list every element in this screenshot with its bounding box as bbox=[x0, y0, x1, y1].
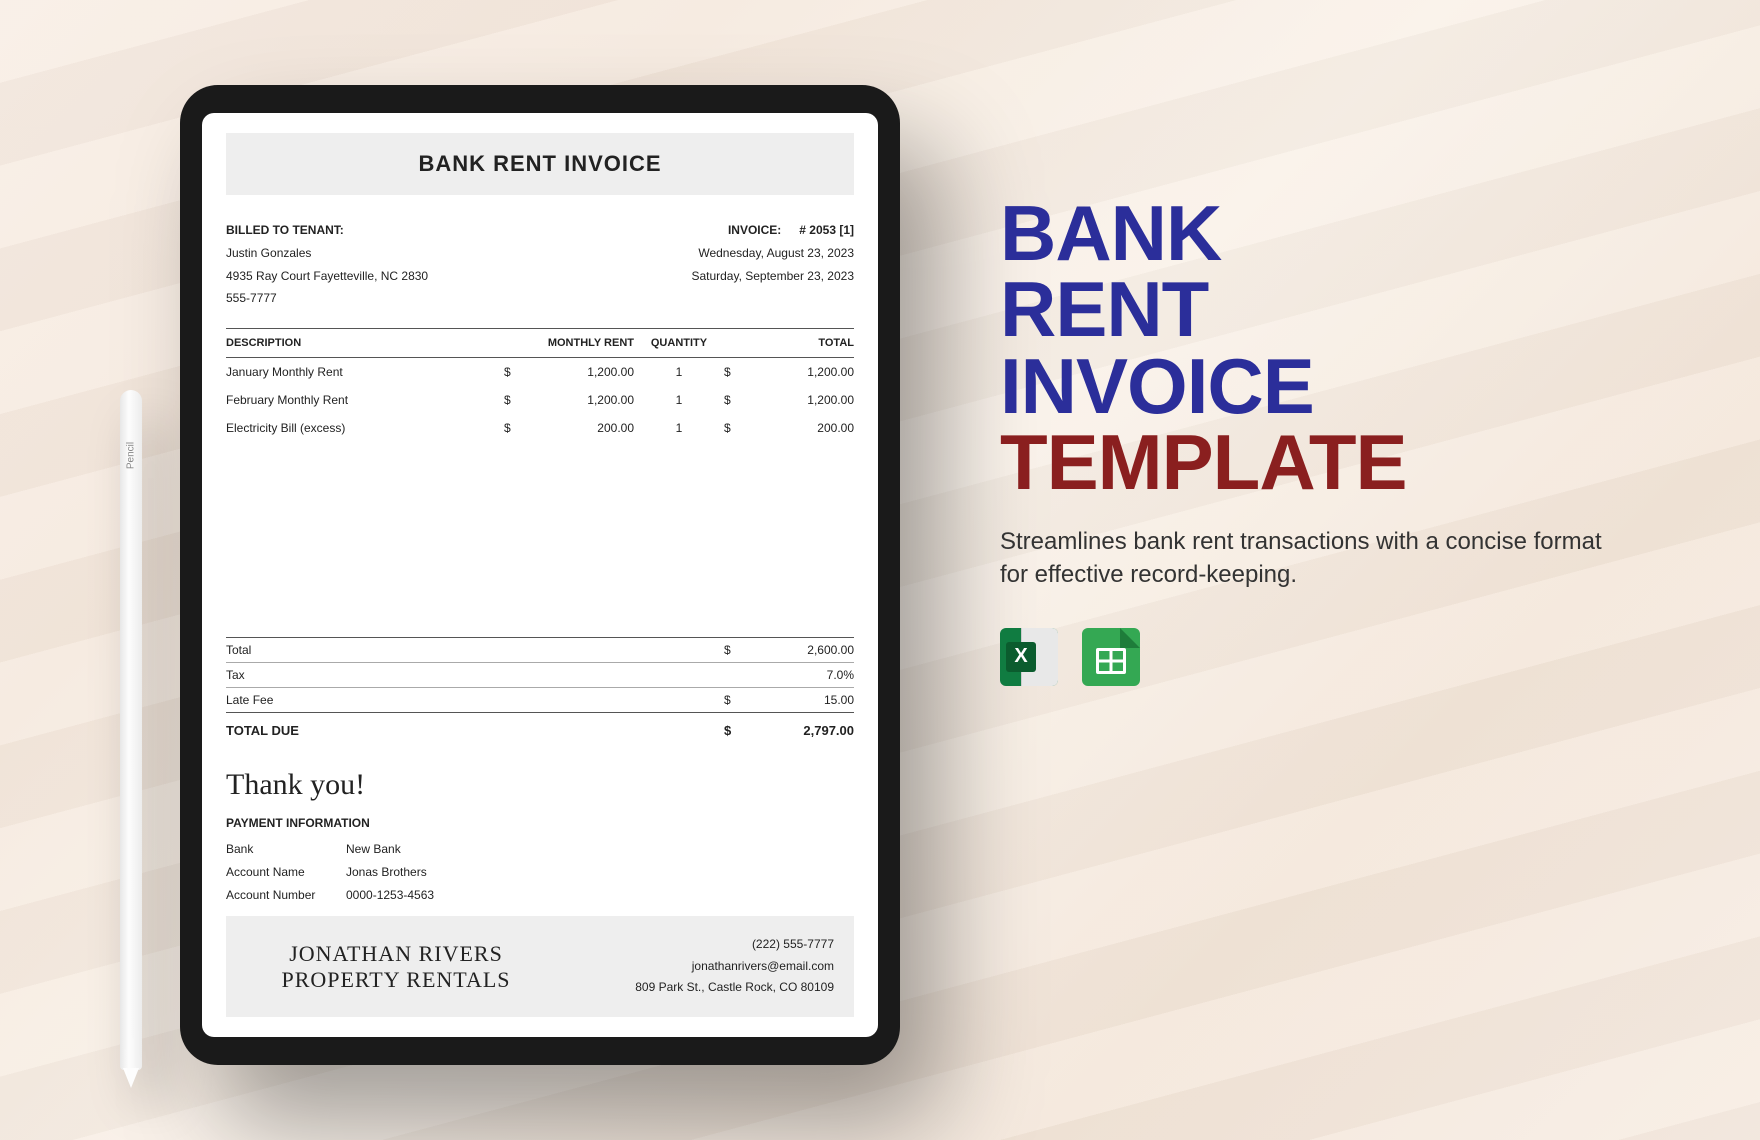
company-name: JONATHAN RIVERS PROPERTY RENTALS bbox=[246, 941, 546, 993]
title-line-2: RENT bbox=[1000, 271, 1640, 347]
tenant-address: 4935 Ray Court Fayetteville, NC 2830 bbox=[226, 265, 428, 288]
latefee-row: Late Fee $ 15.00 bbox=[226, 688, 854, 712]
title-line-4: TEMPLATE bbox=[1000, 424, 1640, 500]
excel-icon: X bbox=[1000, 628, 1058, 686]
latefee-label: Late Fee bbox=[226, 693, 724, 707]
tenant-name: Justin Gonzales bbox=[226, 242, 428, 265]
item-desc: February Monthly Rent bbox=[226, 393, 504, 407]
subtotal-label: Total bbox=[226, 643, 724, 657]
table-body: January Monthly Rent $ 1,200.00 1 $ 1,20… bbox=[226, 358, 854, 638]
table-row: January Monthly Rent $ 1,200.00 1 $ 1,20… bbox=[226, 358, 854, 386]
payment-row: Account Name Jonas Brothers bbox=[226, 861, 854, 884]
currency-symbol: $ bbox=[724, 643, 744, 657]
item-total: 1,200.00 bbox=[744, 393, 854, 407]
item-rent: 1,200.00 bbox=[524, 393, 634, 407]
title-line-1: BANK bbox=[1000, 195, 1640, 271]
subtotal-row: Total $ 2,600.00 bbox=[226, 638, 854, 663]
invoice-footer: JONATHAN RIVERS PROPERTY RENTALS (222) 5… bbox=[226, 916, 854, 1017]
google-sheets-icon bbox=[1082, 628, 1140, 686]
invoice-number: # 2053 [1] bbox=[799, 219, 854, 242]
currency-symbol: $ bbox=[724, 365, 744, 379]
payment-key: Account Number bbox=[226, 884, 346, 907]
currency-symbol: $ bbox=[504, 393, 524, 407]
currency-symbol: $ bbox=[504, 421, 524, 435]
item-desc: January Monthly Rent bbox=[226, 365, 504, 379]
marketing-subtitle: Streamlines bank rent transactions with … bbox=[1000, 525, 1620, 592]
company-contact: (222) 555-7777 jonathanrivers@email.com … bbox=[635, 934, 834, 999]
invoice-date-1: Wednesday, August 23, 2023 bbox=[691, 242, 854, 265]
tax-row: Tax 7.0% bbox=[226, 663, 854, 688]
payment-value: Jonas Brothers bbox=[346, 861, 427, 884]
payment-key: Bank bbox=[226, 838, 346, 861]
invoice-title: BANK RENT INVOICE bbox=[226, 133, 854, 195]
col-quantity: QUANTITY bbox=[634, 337, 724, 349]
format-icons: X bbox=[1000, 628, 1640, 686]
payment-row: Bank New Bank bbox=[226, 838, 854, 861]
thank-you-text: Thank you! bbox=[226, 768, 854, 802]
company-email: jonathanrivers@email.com bbox=[635, 956, 834, 978]
invoice-document: BANK RENT INVOICE BILLED TO TENANT: Just… bbox=[202, 113, 878, 1037]
item-total: 200.00 bbox=[744, 421, 854, 435]
invoice-date-2: Saturday, September 23, 2023 bbox=[691, 265, 854, 288]
sheets-grid-icon bbox=[1096, 648, 1126, 674]
currency-symbol: $ bbox=[724, 723, 744, 738]
tax-value: 7.0% bbox=[744, 668, 854, 682]
billed-to-block: BILLED TO TENANT: Justin Gonzales 4935 R… bbox=[226, 219, 428, 310]
subtotal-value: 2,600.00 bbox=[744, 643, 854, 657]
latefee-value: 15.00 bbox=[744, 693, 854, 707]
stylus-pencil: Pencil bbox=[120, 390, 142, 1070]
pencil-label: Pencil bbox=[126, 442, 137, 469]
total-due-row: TOTAL DUE $ 2,797.00 bbox=[226, 712, 854, 748]
invoice-label: INVOICE: bbox=[728, 219, 781, 242]
col-monthly-rent: MONTHLY RENT bbox=[504, 337, 634, 349]
tablet-frame: BANK RENT INVOICE BILLED TO TENANT: Just… bbox=[180, 85, 900, 1065]
billed-to-label: BILLED TO TENANT: bbox=[226, 219, 428, 242]
invoice-info-block: INVOICE: # 2053 [1] Wednesday, August 23… bbox=[691, 219, 854, 310]
company-phone: (222) 555-7777 bbox=[635, 934, 834, 956]
total-due-label: TOTAL DUE bbox=[226, 723, 724, 738]
item-rent: 1,200.00 bbox=[524, 365, 634, 379]
totals-block: Total $ 2,600.00 Tax 7.0% Late Fee $ 15.… bbox=[226, 638, 854, 748]
payment-value: 0000-1253-4563 bbox=[346, 884, 434, 907]
payment-row: Account Number 0000-1253-4563 bbox=[226, 884, 854, 907]
payment-value: New Bank bbox=[346, 838, 401, 861]
item-desc: Electricity Bill (excess) bbox=[226, 421, 504, 435]
tenant-phone: 555-7777 bbox=[226, 287, 428, 310]
tax-label: Tax bbox=[226, 668, 724, 682]
invoice-meta: BILLED TO TENANT: Justin Gonzales 4935 R… bbox=[226, 219, 854, 310]
item-qty: 1 bbox=[634, 365, 724, 379]
payment-key: Account Name bbox=[226, 861, 346, 884]
currency-symbol: $ bbox=[724, 393, 744, 407]
col-description: DESCRIPTION bbox=[226, 337, 504, 349]
col-total: TOTAL bbox=[724, 337, 854, 349]
currency-symbol: $ bbox=[724, 421, 744, 435]
table-row: Electricity Bill (excess) $ 200.00 1 $ 2… bbox=[226, 414, 854, 442]
payment-info-block: PAYMENT INFORMATION Bank New Bank Accoun… bbox=[226, 816, 854, 906]
item-qty: 1 bbox=[634, 393, 724, 407]
item-qty: 1 bbox=[634, 421, 724, 435]
title-line-3: INVOICE bbox=[1000, 348, 1640, 424]
marketing-block: BANK RENT INVOICE TEMPLATE Streamlines b… bbox=[1000, 195, 1640, 686]
table-row: February Monthly Rent $ 1,200.00 1 $ 1,2… bbox=[226, 386, 854, 414]
currency-symbol: $ bbox=[724, 693, 744, 707]
item-rent: 200.00 bbox=[524, 421, 634, 435]
table-header: DESCRIPTION MONTHLY RENT QUANTITY TOTAL bbox=[226, 328, 854, 358]
currency-symbol: $ bbox=[504, 365, 524, 379]
excel-glyph: X bbox=[1006, 642, 1036, 672]
company-address: 809 Park St., Castle Rock, CO 80109 bbox=[635, 977, 834, 999]
marketing-title: BANK RENT INVOICE TEMPLATE bbox=[1000, 195, 1640, 501]
item-total: 1,200.00 bbox=[744, 365, 854, 379]
payment-info-header: PAYMENT INFORMATION bbox=[226, 816, 854, 830]
total-due-value: 2,797.00 bbox=[744, 723, 854, 738]
